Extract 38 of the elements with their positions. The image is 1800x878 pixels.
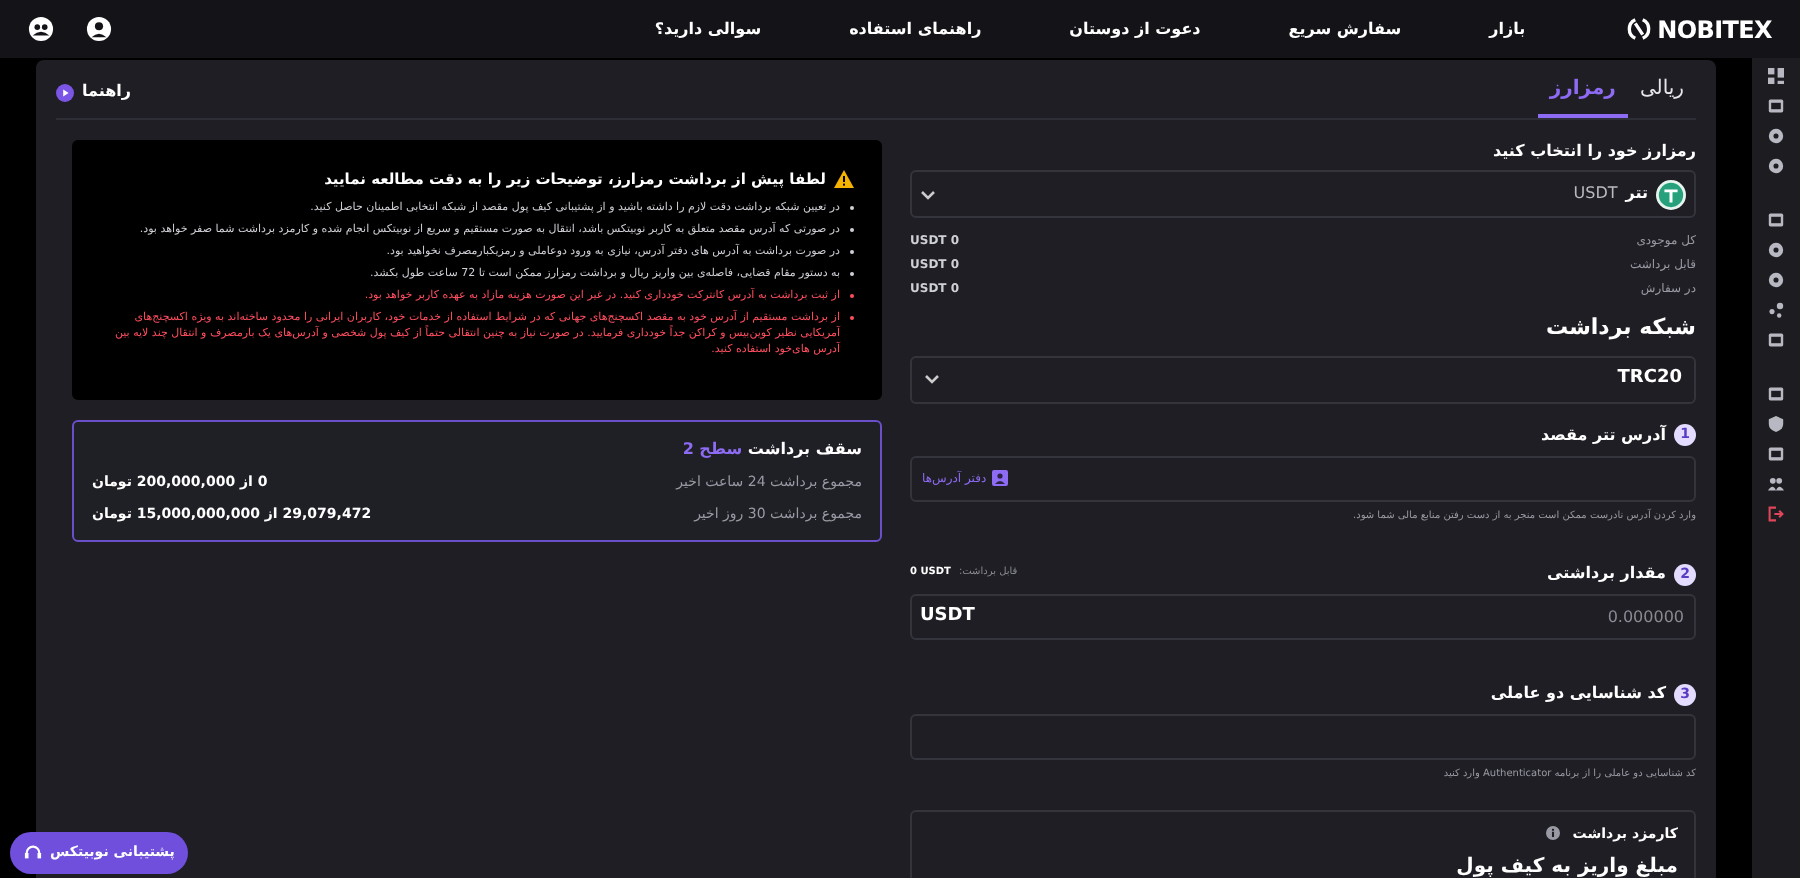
step-label: مقدار برداشتی <box>1546 562 1666 586</box>
tab[interactable]: رمزارز <box>1537 74 1628 118</box>
warning-icon <box>834 170 854 189</box>
nav-link[interactable]: سوالی دارید؟ <box>654 17 762 41</box>
guide-button[interactable]: راهنما <box>56 80 132 118</box>
contact-book-icon <box>992 470 1009 486</box>
nav-link[interactable]: دعوت از دوستان <box>1069 17 1201 41</box>
deposit-label: مبلغ واریز به کیف پول <box>1454 854 1678 878</box>
nav-link[interactable]: راهنمای استفاده <box>849 17 982 41</box>
field-label: رمزارز خود را انتخاب کنید <box>1491 140 1696 164</box>
play-icon <box>56 83 74 101</box>
step-label: کد شناسایی دو عاملی <box>1490 682 1666 706</box>
headset-icon <box>24 844 42 862</box>
disc-icon[interactable] <box>1768 128 1784 144</box>
section-title: شبکه برداشت <box>1543 312 1696 344</box>
tab[interactable]: ریالی <box>1627 74 1696 118</box>
coin-text: تتر <box>1625 182 1648 206</box>
account-icon[interactable] <box>86 16 112 42</box>
nav-link[interactable]: سفارش سریع <box>1288 17 1402 41</box>
chevron-down-icon <box>924 374 940 384</box>
limits-title: سقف برداشت سطح 2 <box>680 438 862 462</box>
info-icon[interactable] <box>1546 826 1561 841</box>
network-text: TRC20 <box>1617 365 1682 392</box>
share-icon[interactable] <box>1768 302 1784 318</box>
coin-text: USDT <box>1573 182 1618 206</box>
chevron-down-icon <box>920 189 936 199</box>
logo[interactable]: NOBITEX <box>1625 11 1772 47</box>
disc-icon[interactable] <box>1768 158 1784 174</box>
logout-icon[interactable] <box>1768 506 1784 522</box>
grid-icon[interactable] <box>1768 68 1784 84</box>
step-label: آدرس تتر مقصد <box>1540 423 1666 447</box>
input-field[interactable] <box>910 714 1696 760</box>
shield-icon[interactable] <box>1768 416 1784 432</box>
unit-label: USDT <box>920 606 975 628</box>
tether-icon <box>1656 179 1686 209</box>
people-icon[interactable] <box>1768 476 1784 492</box>
network-select[interactable]: TRC20 <box>910 355 1696 403</box>
nav-link[interactable]: بازار <box>1489 17 1526 41</box>
